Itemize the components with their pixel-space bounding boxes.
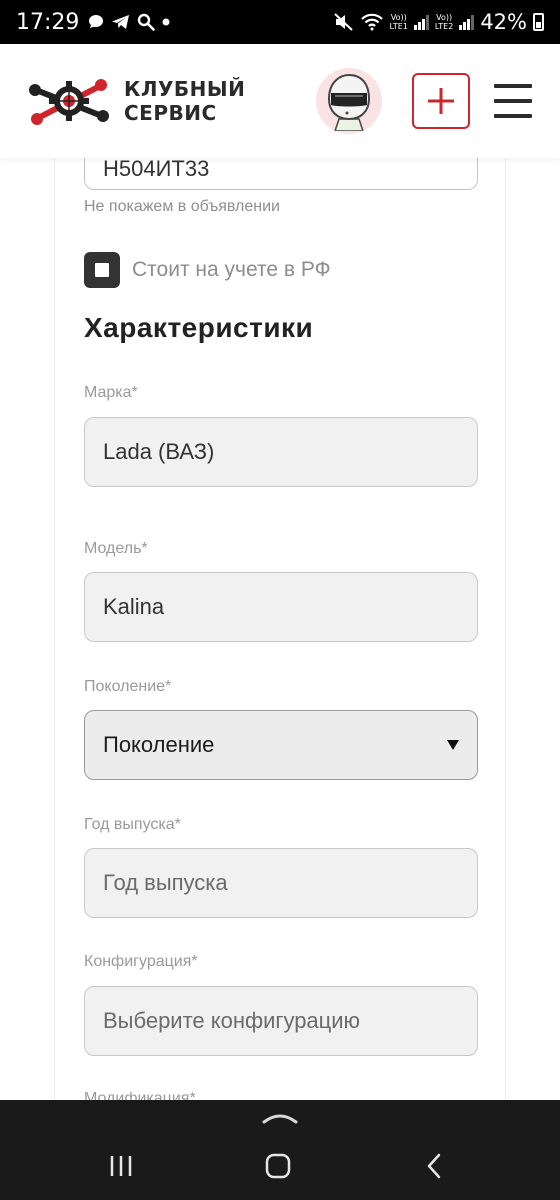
logo-text: КЛУБНЫЙ СЕРВИС	[124, 77, 246, 125]
status-bar: 17:29 Vo)) LTE1 Vo)) LTE2 42%	[0, 0, 560, 44]
search-icon	[138, 13, 156, 31]
telegram-icon	[112, 15, 130, 29]
battery-icon	[533, 13, 544, 31]
site-header: КЛУБНЫЙ СЕРВИС	[0, 44, 560, 158]
year-field[interactable]: Год выпуска	[84, 848, 478, 918]
model-label: Модель*	[84, 540, 148, 557]
brand-field[interactable]: Lada (ВАЗ)	[84, 417, 478, 487]
registered-in-rf-label: Стоит на учете в РФ	[132, 258, 331, 281]
brand-label: Марка*	[84, 384, 138, 401]
signal-1-icon	[413, 14, 429, 30]
configuration-label: Конфигурация*	[84, 953, 198, 970]
dot-icon	[162, 18, 170, 26]
home-icon[interactable]	[265, 1153, 291, 1179]
generation-label: Поколение*	[84, 678, 172, 695]
year-label: Год выпуска*	[84, 816, 181, 833]
chevron-up-icon[interactable]	[262, 1112, 298, 1124]
logo[interactable]: КЛУБНЫЙ СЕРВИС	[28, 72, 245, 130]
signal-2-icon	[459, 14, 475, 30]
wifi-icon	[360, 13, 383, 31]
recents-icon[interactable]	[108, 1154, 134, 1178]
back-icon[interactable]	[425, 1152, 443, 1180]
avatar[interactable]	[316, 68, 382, 134]
system-nav-bar	[0, 1100, 560, 1200]
configuration-field[interactable]: Выберите конфигурацию	[84, 986, 478, 1056]
chat-bubble-icon	[89, 15, 104, 28]
listing-form: Н504ИТ33 Не покажем в объявлении Стоит н…	[54, 158, 506, 1100]
model-field[interactable]: Kalina	[84, 572, 478, 642]
battery-percent: 42%	[480, 10, 527, 34]
plus-icon	[428, 88, 454, 114]
generation-select[interactable]: Поколение	[84, 710, 478, 780]
plate-number-hint: Не покажем в объявлении	[84, 198, 280, 215]
registered-in-rf-checkbox[interactable]	[84, 252, 120, 288]
sim1-label: Vo)) LTE1	[389, 13, 408, 31]
status-time: 17:29	[16, 9, 80, 35]
wrench-gear-logo-icon	[29, 79, 109, 125]
header-actions	[316, 68, 532, 134]
modification-label: Модификация*	[84, 1090, 196, 1100]
plate-number-input[interactable]: Н504ИТ33	[84, 158, 478, 190]
registered-in-rf-checkbox-row[interactable]: Стоит на учете в РФ	[84, 252, 331, 288]
sim2-label: Vo)) LTE2	[434, 13, 454, 31]
dropdown-caret-icon	[447, 740, 459, 750]
hamburger-menu-icon[interactable]	[494, 84, 532, 118]
notification-icons	[87, 13, 171, 31]
section-title-characteristics: Характеристики	[84, 312, 314, 343]
status-right: Vo)) LTE1 Vo)) LTE2 42%	[333, 10, 544, 34]
mute-icon	[333, 13, 353, 31]
helmet-avatar-icon	[327, 73, 371, 131]
add-listing-button[interactable]	[412, 73, 470, 129]
